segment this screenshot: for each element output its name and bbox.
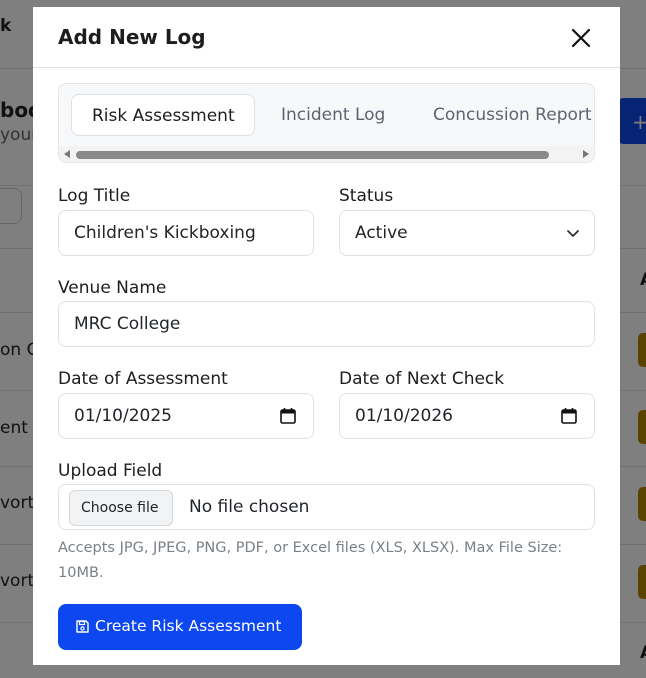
no-file-text: No file chosen xyxy=(189,497,310,517)
log-title-label: Log Title xyxy=(58,186,131,206)
submit-label: Create Risk Assessment xyxy=(95,617,282,635)
status-select[interactable]: Active xyxy=(339,210,595,256)
create-risk-assessment-button[interactable]: Create Risk Assessment xyxy=(58,604,302,650)
date-next-input[interactable]: 01/10/2026 xyxy=(339,393,595,439)
scroll-left-icon[interactable] xyxy=(64,150,70,158)
chevron-down-icon xyxy=(567,230,579,237)
scroll-right-icon[interactable] xyxy=(583,150,589,158)
close-icon[interactable] xyxy=(568,25,594,51)
tabs-scrollbar[interactable] xyxy=(59,146,594,162)
date-assessment-label: Date of Assessment xyxy=(58,369,228,389)
log-type-tabs: Risk Assessment Incident Log Concussion … xyxy=(58,83,595,163)
modal-title: Add New Log xyxy=(58,25,206,49)
choose-file-button[interactable]: Choose file xyxy=(69,490,173,526)
tab-concussion-report[interactable]: Concussion Report xyxy=(433,94,592,136)
scroll-thumb[interactable] xyxy=(76,151,549,159)
venue-label: Venue Name xyxy=(58,278,167,298)
date-next-label: Date of Next Check xyxy=(339,369,505,389)
status-value: Active xyxy=(355,223,408,243)
date-assessment-input[interactable]: 01/10/2025 xyxy=(58,393,314,439)
file-upload-input[interactable]: Choose file No file chosen xyxy=(58,484,595,530)
tab-risk-assessment[interactable]: Risk Assessment xyxy=(71,94,255,136)
tab-incident-log[interactable]: Incident Log xyxy=(281,94,385,136)
status-label: Status xyxy=(339,186,394,206)
add-log-modal: Add New Log Risk Assessment Incident Log… xyxy=(33,7,620,665)
calendar-icon[interactable] xyxy=(560,407,578,425)
modal-header: Add New Log xyxy=(33,7,620,68)
date-next-value: 01/10/2026 xyxy=(355,406,453,426)
log-title-input[interactable]: Children's Kickboxing xyxy=(58,210,314,256)
upload-label: Upload Field xyxy=(58,461,163,481)
date-assessment-value: 01/10/2025 xyxy=(74,406,172,426)
upload-help-text: Accepts JPG, JPEG, PNG, PDF, or Excel fi… xyxy=(58,540,563,581)
save-icon xyxy=(76,620,89,633)
venue-input[interactable]: MRC College xyxy=(58,301,595,347)
calendar-icon[interactable] xyxy=(279,407,297,425)
